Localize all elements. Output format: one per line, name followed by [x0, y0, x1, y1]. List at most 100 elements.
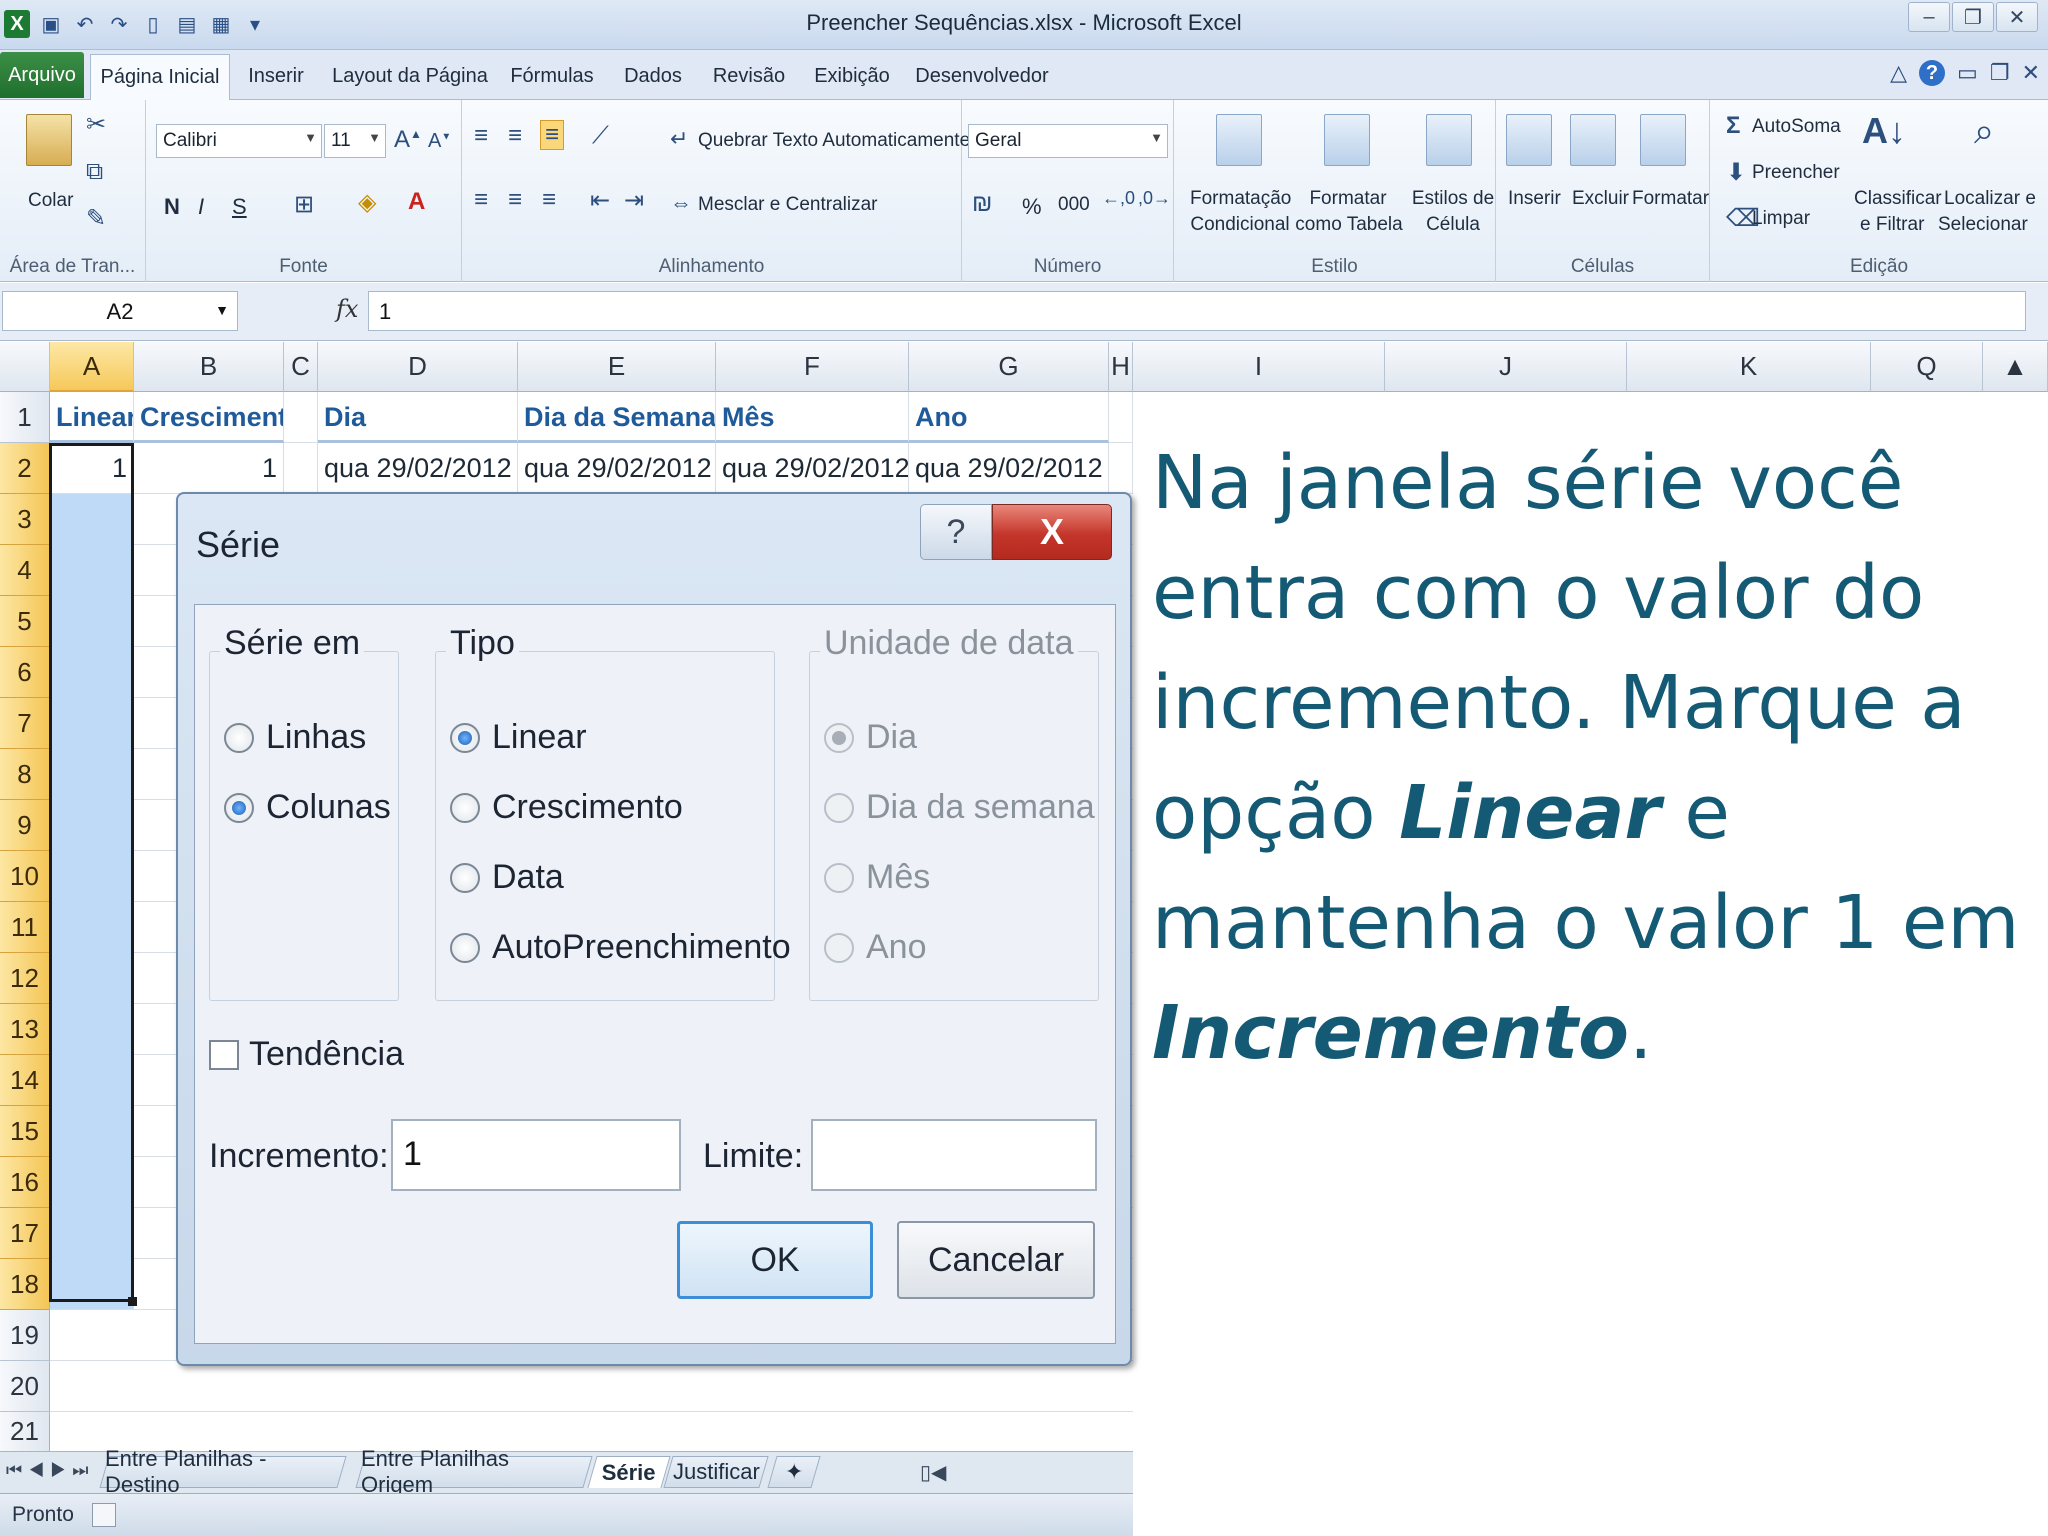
select-all-corner[interactable]: [0, 342, 50, 392]
cell-styles-line2[interactable]: Célula: [1410, 214, 1496, 236]
row-header-18[interactable]: 18: [0, 1259, 50, 1310]
minimize-icon[interactable]: –: [1908, 2, 1950, 32]
align-right-icon[interactable]: ≡: [542, 186, 556, 214]
cell-g2[interactable]: qua 29/02/2012: [909, 443, 1109, 494]
currency-format-icon[interactable]: ₪: [972, 190, 992, 218]
column-header-i[interactable]: I: [1133, 342, 1385, 392]
sort-filter-line2[interactable]: e Filtrar: [1860, 214, 1924, 236]
format-table-line1[interactable]: Formatar: [1298, 188, 1398, 210]
conditional-format-line1[interactable]: Formatação: [1190, 188, 1291, 210]
tab-inserir[interactable]: Inserir: [236, 58, 316, 94]
cell-h2[interactable]: [1109, 443, 1133, 494]
row-header-20[interactable]: 20: [0, 1361, 50, 1412]
align-bottom-icon[interactable]: ≡: [540, 120, 565, 150]
align-middle-icon[interactable]: ≡: [508, 122, 522, 150]
grow-font-icon[interactable]: A▲: [394, 126, 422, 154]
cell-f2[interactable]: qua 29/02/2012: [716, 443, 909, 494]
align-center-icon[interactable]: ≡: [508, 186, 522, 214]
radio-data[interactable]: Data: [450, 858, 564, 897]
italic-button[interactable]: I: [198, 194, 204, 220]
fill-icon[interactable]: ⬇: [1726, 158, 1746, 187]
row-header-15[interactable]: 15: [0, 1106, 50, 1157]
row-header-10[interactable]: 10: [0, 851, 50, 902]
clear-button[interactable]: Limpar: [1752, 208, 1810, 230]
cell-styles-icon[interactable]: [1426, 114, 1472, 166]
decrease-decimal-icon[interactable]: ,0→: [1138, 188, 1171, 209]
cell-c2[interactable]: [284, 443, 318, 494]
conditional-format-icon[interactable]: [1216, 114, 1262, 166]
cut-icon[interactable]: ✂: [86, 110, 106, 139]
find-select-line1[interactable]: Localizar e: [1944, 188, 2036, 210]
fill-handle[interactable]: [128, 1297, 137, 1306]
tab-pagina-inicial[interactable]: Página Inicial: [90, 54, 230, 100]
bold-button[interactable]: N: [164, 194, 180, 220]
column-header-q[interactable]: Q: [1871, 342, 1983, 392]
conditional-format-line2[interactable]: Condicional: [1184, 214, 1296, 236]
workbook-restore-icon[interactable]: ❐: [1990, 60, 2010, 86]
column-header-e[interactable]: E: [518, 342, 716, 392]
cell-d1[interactable]: Dia: [318, 392, 518, 443]
row-header-8[interactable]: 8: [0, 749, 50, 800]
cell-e2[interactable]: qua 29/02/2012: [518, 443, 716, 494]
percent-button[interactable]: %: [1022, 194, 1042, 220]
tab-revisao[interactable]: Revisão: [706, 58, 792, 94]
row-header-21[interactable]: 21: [0, 1412, 50, 1452]
align-left-icon[interactable]: ≡: [474, 186, 488, 214]
dialog-close-button[interactable]: X: [992, 504, 1112, 560]
row-header-13[interactable]: 13: [0, 1004, 50, 1055]
sheet-tab-origem[interactable]: Entre Planilhas Origem: [355, 1446, 593, 1497]
incremento-input[interactable]: 1: [391, 1119, 681, 1191]
tab-exibicao[interactable]: Exibição: [806, 58, 898, 94]
radio-linear[interactable]: Linear: [450, 718, 587, 757]
row-header-19[interactable]: 19: [0, 1310, 50, 1361]
column-header-c[interactable]: C: [284, 342, 318, 392]
font-family-select[interactable]: Calibri ▼: [156, 124, 322, 158]
thousands-button[interactable]: 000: [1058, 194, 1090, 216]
tab-layout[interactable]: Layout da Página: [330, 58, 490, 94]
new-sheet-icon[interactable]: ✦: [767, 1456, 821, 1488]
font-size-select[interactable]: 11 ▼: [324, 124, 386, 158]
tab-dados[interactable]: Dados: [612, 58, 694, 94]
column-header-g[interactable]: G: [909, 342, 1109, 392]
scroll-up-icon[interactable]: ▲: [1983, 342, 2048, 392]
dialog-help-button[interactable]: ?: [920, 504, 992, 560]
orientation-icon[interactable]: ⟋: [592, 122, 609, 150]
cell-a1[interactable]: Linear: [50, 392, 134, 443]
delete-cells-button[interactable]: Excluir: [1572, 188, 1629, 210]
number-format-select[interactable]: Geral ▼: [968, 124, 1168, 158]
row-header-1[interactable]: 1: [0, 392, 50, 443]
sheet-tab-destino[interactable]: Entre Planilhas - Destino: [99, 1446, 347, 1497]
tab-desenvolvedor[interactable]: Desenvolvedor: [912, 58, 1052, 94]
row-header-17[interactable]: 17: [0, 1208, 50, 1259]
sheet-nav-arrows[interactable]: ⏮◀▶⏭: [6, 1460, 95, 1481]
format-table-line2[interactable]: como Tabela: [1292, 214, 1406, 236]
cell-a2[interactable]: 1: [50, 443, 134, 494]
close-window-icon[interactable]: ✕: [1996, 2, 2038, 32]
format-cells-button[interactable]: Formatar: [1632, 188, 1709, 210]
column-header-f[interactable]: F: [716, 342, 909, 392]
row-header-2[interactable]: 2: [0, 443, 50, 494]
borders-icon[interactable]: ⊞: [294, 190, 314, 219]
row-header-11[interactable]: 11: [0, 902, 50, 953]
wrap-text-icon[interactable]: ↵: [670, 126, 688, 152]
increase-decimal-icon[interactable]: ←,0: [1102, 188, 1135, 209]
find-select-line2[interactable]: Selecionar: [1938, 214, 2028, 236]
selected-range-a3-a18[interactable]: [50, 494, 134, 1310]
format-cells-icon[interactable]: [1640, 114, 1686, 166]
radio-linhas[interactable]: Linhas: [224, 718, 366, 757]
cell-h1[interactable]: [1109, 392, 1133, 443]
radio-colunas[interactable]: Colunas: [224, 788, 391, 827]
increase-indent-icon[interactable]: ⇥: [624, 186, 644, 215]
cell-c1[interactable]: [284, 392, 318, 443]
format-painter-icon[interactable]: ✎: [86, 204, 106, 233]
checkbox-tendencia[interactable]: Tendência: [209, 1035, 404, 1074]
cell-f1[interactable]: Mês: [716, 392, 909, 443]
ok-button[interactable]: OK: [677, 1221, 873, 1299]
find-select-icon[interactable]: ⌕: [1974, 110, 1994, 153]
sort-filter-icon[interactable]: A↓: [1862, 110, 1906, 152]
radio-autopreenchimento[interactable]: AutoPreenchimento: [450, 928, 791, 967]
row-header-5[interactable]: 5: [0, 596, 50, 647]
insert-cells-button[interactable]: Inserir: [1508, 188, 1561, 210]
workbook-close-icon[interactable]: ✕: [2022, 60, 2040, 86]
limite-input[interactable]: [811, 1119, 1097, 1191]
